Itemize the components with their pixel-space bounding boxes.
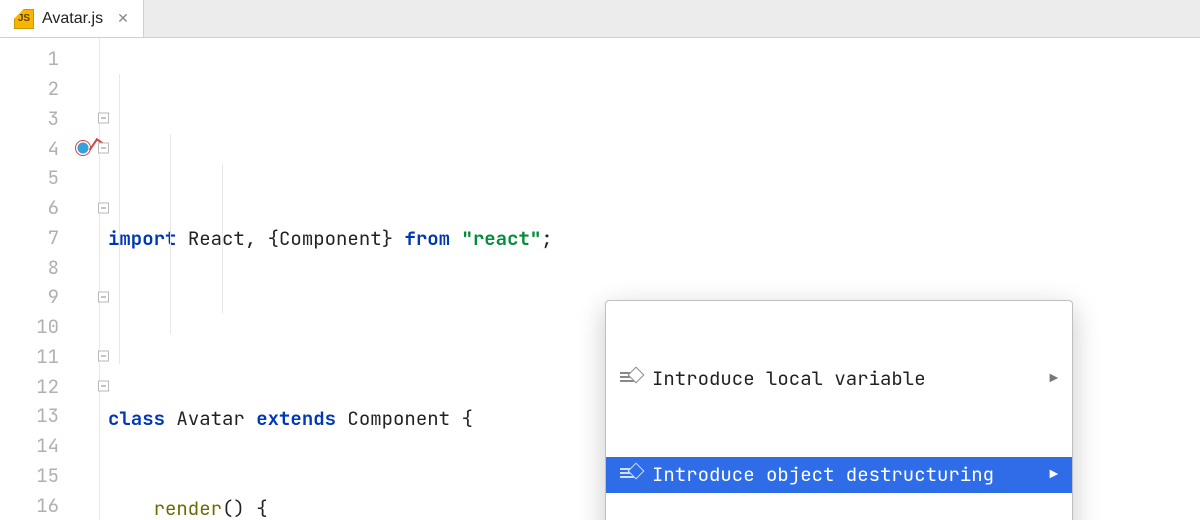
tab-bar: JS Avatar.js ✕ [0, 0, 1200, 38]
gutter-line: 6 [0, 193, 99, 223]
intention-icon [620, 465, 640, 485]
intention-menu: Introduce local variable ▶ Introduce obj… [605, 300, 1073, 520]
menu-item-label: Introduce object destructuring [652, 460, 994, 490]
menu-item-introduce-object-destructuring[interactable]: Introduce object destructuring ▶ [606, 457, 1072, 493]
intention-icon [620, 369, 640, 389]
gutter-line: 12 [0, 371, 99, 401]
gutter-line: 13 [0, 401, 99, 431]
override-marker-icon[interactable] [75, 140, 91, 156]
gutter-line: 16 [0, 490, 99, 520]
menu-item-label: Introduce local variable [652, 364, 926, 394]
gutter-line: 7 [0, 223, 99, 253]
tab-filename: Avatar.js [42, 10, 103, 28]
js-file-icon: JS [14, 9, 34, 29]
code-area[interactable]: import React, {Component} from "react"; … [100, 38, 1200, 520]
gutter-line: 9 [0, 282, 99, 312]
gutter-line: 1 [0, 44, 99, 74]
gutter-line: 2 [0, 74, 99, 104]
gutter: 1 2 3 4 5 6 7 8 9 10 11 12 13 14 15 16 [0, 38, 100, 520]
menu-item-introduce-local-variable[interactable]: Introduce local variable ▶ [606, 361, 1072, 397]
tab-avatar-js[interactable]: JS Avatar.js ✕ [0, 0, 144, 37]
gutter-line: 4 [0, 133, 99, 163]
gutter-line: 15 [0, 461, 99, 491]
code-editor[interactable]: 1 2 3 4 5 6 7 8 9 10 11 12 13 14 15 16 i… [0, 38, 1200, 520]
gutter-line: 14 [0, 431, 99, 461]
chevron-right-icon: ▶ [1050, 460, 1058, 490]
close-icon[interactable]: ✕ [111, 10, 129, 27]
gutter-line: 3 [0, 104, 99, 134]
chevron-right-icon: ▶ [1050, 364, 1058, 394]
code-line: import React, {Component} from "react"; [100, 224, 1200, 254]
gutter-line: 5 [0, 163, 99, 193]
gutter-line: 10 [0, 312, 99, 342]
gutter-line: 11 [0, 342, 99, 372]
gutter-line: 8 [0, 252, 99, 282]
